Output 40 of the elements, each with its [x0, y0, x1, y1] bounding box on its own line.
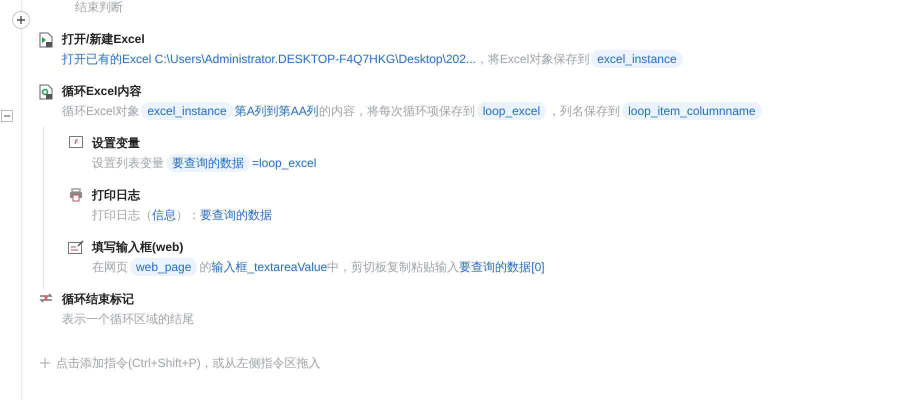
printer-icon — [69, 188, 83, 202]
step-title: 设置变量 — [92, 135, 141, 152]
description-text: 的 — [199, 259, 212, 276]
document-icon — [39, 84, 53, 100]
variable-tag: excel_instance — [141, 102, 233, 120]
loop-end-icon — [38, 292, 54, 304]
variable-tag: loop_excel — [476, 102, 546, 120]
add-command-link[interactable]: 点击添加指令(Ctrl+Shift+P)，或从左侧指令区拖入 — [56, 354, 321, 372]
parameter-link[interactable]: 输入框_textareaValue — [211, 258, 328, 276]
collapse-icon[interactable] — [1, 110, 13, 122]
parameter-link[interactable]: 要查询的数据 — [200, 206, 272, 224]
description-text: 表示一个循环区域的结尾 — [62, 311, 194, 328]
description-text: 打印日志（ — [92, 207, 152, 224]
description-text: 中，剪切板复制粘贴输入 — [327, 259, 460, 276]
edit-form-icon — [68, 240, 84, 254]
step-title: 循环Excel内容 — [62, 83, 142, 100]
description-text: ）： — [176, 207, 200, 224]
step-title: 循环结束标记 — [62, 291, 135, 308]
description-text: 的内容，将每次循环项保存到 — [318, 103, 475, 120]
description-text: ，将Excel对象保存到 — [476, 51, 590, 68]
step-title: 打开/新建Excel — [62, 31, 146, 48]
parameter-link[interactable]: 要查询的数据[0] — [459, 258, 545, 276]
variable-icon — [69, 136, 83, 148]
parameter-link[interactable]: =loop_excel — [252, 154, 316, 172]
variable-tag: 要查询的数据 — [166, 154, 250, 172]
description-text: 在网页 — [92, 259, 128, 276]
step-title: 填写输入框(web) — [92, 239, 184, 256]
description-text: 循环Excel对象 — [62, 103, 140, 120]
step-title: 打印日志 — [92, 187, 142, 204]
description-text: 结束判断 — [75, 0, 124, 14]
document-icon — [39, 32, 53, 48]
variable-tag: excel_instance — [591, 50, 683, 68]
variable-tag: web_page — [130, 258, 198, 276]
add-icon[interactable] — [12, 11, 30, 29]
variable-tag: loop_item_columnname — [622, 102, 762, 120]
description-text: ，列名保存到 — [548, 103, 620, 120]
parameter-link[interactable]: 第A列到第AA列 — [234, 102, 319, 120]
parameter-link[interactable]: 信息 — [152, 206, 176, 224]
parameter-link[interactable]: 打开已有的Excel C:\Users\Administrator.DESKTOP-F4Q7HKG\Desktop\202... — [62, 50, 476, 68]
description-text: 设置列表变量 — [92, 155, 164, 172]
